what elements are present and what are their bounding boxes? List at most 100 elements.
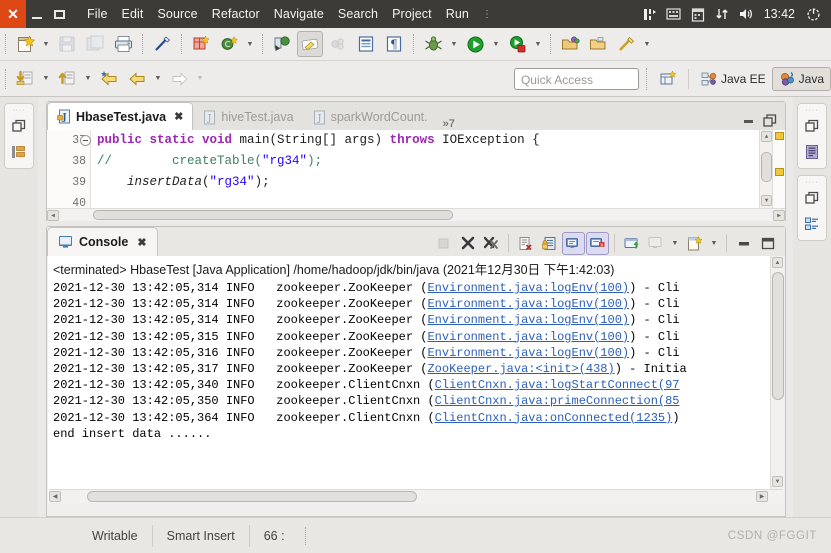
last-edit-location-icon[interactable] <box>96 66 122 92</box>
menu-file[interactable]: File <box>80 3 115 25</box>
menu-navigate[interactable]: Navigate <box>267 3 331 25</box>
menu-refactor[interactable]: Refactor <box>205 3 267 25</box>
network-icon[interactable] <box>638 0 662 28</box>
menu-search[interactable]: Search <box>331 3 385 25</box>
stack-trace-link[interactable]: ClientCnxn.java:onConnected(1235) <box>435 411 673 425</box>
stack-trace-link[interactable]: Environment.java:logEnv(100) <box>427 330 629 344</box>
scroll-lock-button[interactable] <box>538 232 561 255</box>
scroll-left-arrow-icon[interactable]: ◀ <box>47 209 59 221</box>
system-clock[interactable]: 13:42 <box>758 7 801 21</box>
menu-source[interactable]: Source <box>151 3 205 25</box>
run-icon[interactable] <box>462 31 488 57</box>
keyboard-icon[interactable] <box>662 0 686 28</box>
maximize-window-button[interactable] <box>48 0 70 28</box>
new-class-dropdown-arrow[interactable]: ▼ <box>243 31 257 57</box>
menu-project[interactable]: Project <box>385 3 439 25</box>
back-arrow[interactable]: ▼ <box>151 66 165 92</box>
minimize-window-button[interactable] <box>26 0 48 28</box>
minimize-console-button[interactable] <box>732 232 755 255</box>
editor-tab-hivetest[interactable]: J hiveTest.java <box>193 104 302 130</box>
console-tab[interactable]: Console ✖ <box>47 227 158 256</box>
close-icon[interactable]: ✖ <box>137 236 146 249</box>
toggle-mark-occurrences-icon[interactable] <box>297 31 323 57</box>
package-explorer-icon[interactable] <box>7 139 31 165</box>
open-console-dropdown-arrow[interactable]: ▼ <box>707 230 721 256</box>
quick-access-input[interactable]: Quick Access <box>513 67 639 90</box>
scrollbar-thumb[interactable] <box>761 152 772 182</box>
perspective-java[interactable]: Java <box>771 66 831 91</box>
coverage-icon[interactable] <box>504 31 530 57</box>
stack-trace-link[interactable]: Environment.java:logEnv(100) <box>427 346 629 360</box>
open-folder-icon[interactable] <box>585 31 611 57</box>
warning-marker[interactable] <box>775 168 784 176</box>
show-console-on-error-button[interactable]: x <box>586 231 609 255</box>
scroll-up-arrow-icon[interactable]: ▲ <box>761 131 772 142</box>
skip-breakpoints-icon[interactable] <box>325 31 351 57</box>
new-java-package-icon[interactable] <box>188 31 214 57</box>
terminate-button[interactable] <box>432 232 455 255</box>
fold-collapse-icon[interactable] <box>80 135 91 146</box>
stack-trace-link[interactable]: Environment.java:logEnv(100) <box>427 297 629 311</box>
scroll-right-arrow-icon[interactable]: ▶ <box>756 491 768 502</box>
maximize-console-button[interactable] <box>756 232 779 255</box>
volume-icon[interactable] <box>734 0 758 28</box>
open-task-icon[interactable] <box>353 31 379 57</box>
previous-annotation-icon[interactable] <box>54 66 80 92</box>
scroll-down-arrow-icon[interactable]: ▼ <box>772 476 783 487</box>
search-dropdown-arrow[interactable]: ▼ <box>640 31 654 57</box>
open-type-icon[interactable] <box>269 31 295 57</box>
stack-trace-link[interactable]: ClientCnxn.java:logStartConnect(97 <box>435 378 680 392</box>
task-list-icon[interactable] <box>800 139 824 165</box>
close-window-button[interactable]: ✕ <box>0 0 26 28</box>
show-whitespace-icon[interactable]: ¶ <box>381 31 407 57</box>
show-console-on-output-button[interactable] <box>562 231 585 255</box>
new-wizard-icon[interactable] <box>12 31 38 57</box>
console-vertical-scrollbar[interactable]: ▲ ▼ <box>770 256 784 503</box>
editor-tab-overflow[interactable]: »7 <box>437 118 461 130</box>
outline-icon[interactable] <box>800 211 824 237</box>
print-icon[interactable] <box>110 31 136 57</box>
close-icon[interactable]: ✖ <box>174 110 183 123</box>
console-output[interactable]: <terminated> HbaseTest [Java Application… <box>48 256 784 503</box>
save-icon[interactable] <box>54 31 80 57</box>
back-icon[interactable] <box>124 66 150 92</box>
scrollbar-thumb[interactable] <box>93 210 453 220</box>
updates-icon[interactable] <box>710 0 734 28</box>
restore-icon[interactable] <box>800 113 824 139</box>
perspective-java-ee[interactable]: Java EE <box>695 67 772 91</box>
open-perspective-icon[interactable] <box>655 66 681 92</box>
restore-icon[interactable] <box>7 113 31 139</box>
scrollbar-thumb[interactable] <box>772 272 784 400</box>
display-selected-console-button[interactable] <box>644 232 667 255</box>
stack-trace-link[interactable]: ZooKeeper.java:<init>(438) <box>427 362 614 376</box>
display-console-dropdown-arrow[interactable]: ▼ <box>668 230 682 256</box>
menu-overflow-icon[interactable]: ⋮ <box>476 9 498 20</box>
remove-all-terminated-button[interactable] <box>480 232 503 255</box>
search-pen-icon[interactable] <box>613 31 639 57</box>
forward-icon[interactable] <box>166 66 192 92</box>
console-horizontal-scrollbar[interactable]: ◀ ▶ <box>49 489 783 503</box>
power-icon[interactable] <box>801 0 825 28</box>
menu-run[interactable]: Run <box>439 3 476 25</box>
new-dropdown-arrow[interactable]: ▼ <box>39 31 53 57</box>
scrollbar-thumb[interactable] <box>87 491 417 502</box>
maximize-editor-button[interactable] <box>763 114 777 127</box>
remove-launch-button[interactable] <box>456 232 479 255</box>
editor-tab-hbasetest[interactable]: J HbaseTest.java ✖ <box>47 102 194 130</box>
debug-dropdown-arrow[interactable]: ▼ <box>447 31 461 57</box>
previous-annotation-arrow[interactable]: ▼ <box>81 66 95 92</box>
clear-console-button[interactable] <box>514 232 537 255</box>
minimize-editor-button[interactable] <box>742 115 755 126</box>
next-annotation-icon[interactable] <box>12 66 38 92</box>
stack-trace-link[interactable]: Environment.java:logEnv(100) <box>427 313 629 327</box>
save-all-icon[interactable] <box>82 31 108 57</box>
stack-trace-link[interactable]: Environment.java:logEnv(100) <box>427 281 629 295</box>
coverage-dropdown-arrow[interactable]: ▼ <box>531 31 545 57</box>
pin-console-button[interactable] <box>620 232 643 255</box>
external-tools-icon[interactable] <box>557 31 583 57</box>
editor-tab-sparkwordcount[interactable]: J sparkWordCount. <box>303 104 437 130</box>
open-console-button[interactable] <box>683 232 706 255</box>
quick-fix-icon[interactable] <box>149 31 175 57</box>
editor-horizontal-scrollbar[interactable]: ◀ ▶ <box>47 208 785 221</box>
warning-marker[interactable] <box>775 132 784 140</box>
